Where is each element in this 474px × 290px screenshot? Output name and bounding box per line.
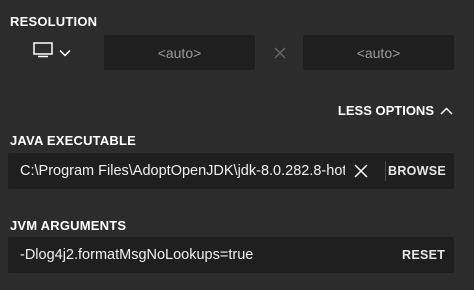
less-options-toggle[interactable]: LESS OPTIONS <box>338 100 453 120</box>
resolution-width-input[interactable]: <auto> <box>104 35 255 70</box>
less-options-label: LESS OPTIONS <box>337 102 434 118</box>
jvm-arguments-field[interactable]: -Dlog4j2.formatMsgNoLookups=true RESET <box>8 237 454 273</box>
resolution-width-value: <auto> <box>157 44 202 61</box>
chevron-up-icon <box>440 103 453 118</box>
resolution-height-value: <auto> <box>356 44 401 61</box>
jvm-arguments-value[interactable]: -Dlog4j2.formatMsgNoLookups=true <box>20 237 380 273</box>
field-divider <box>385 161 386 181</box>
java-executable-label: JAVA EXECUTABLE <box>10 133 137 148</box>
reset-button[interactable]: RESET <box>402 237 445 273</box>
resolution-row: <auto> <auto> <box>0 35 474 70</box>
close-icon[interactable] <box>353 163 369 179</box>
resolution-height-input[interactable]: <auto> <box>303 35 454 70</box>
times-icon <box>272 45 288 61</box>
browse-button[interactable]: BROWSE <box>388 153 446 189</box>
resolution-label: RESOLUTION <box>10 14 98 29</box>
chevron-down-icon <box>59 44 71 62</box>
display-select-button[interactable] <box>26 35 78 70</box>
java-executable-field[interactable]: C:\Program Files\AdoptOpenJDK\jdk-8.0.28… <box>8 153 454 189</box>
java-executable-path[interactable]: C:\Program Files\AdoptOpenJDK\jdk-8.0.28… <box>20 153 345 189</box>
jvm-arguments-label: JVM ARGUMENTS <box>10 218 127 233</box>
monitor-icon <box>33 42 53 63</box>
